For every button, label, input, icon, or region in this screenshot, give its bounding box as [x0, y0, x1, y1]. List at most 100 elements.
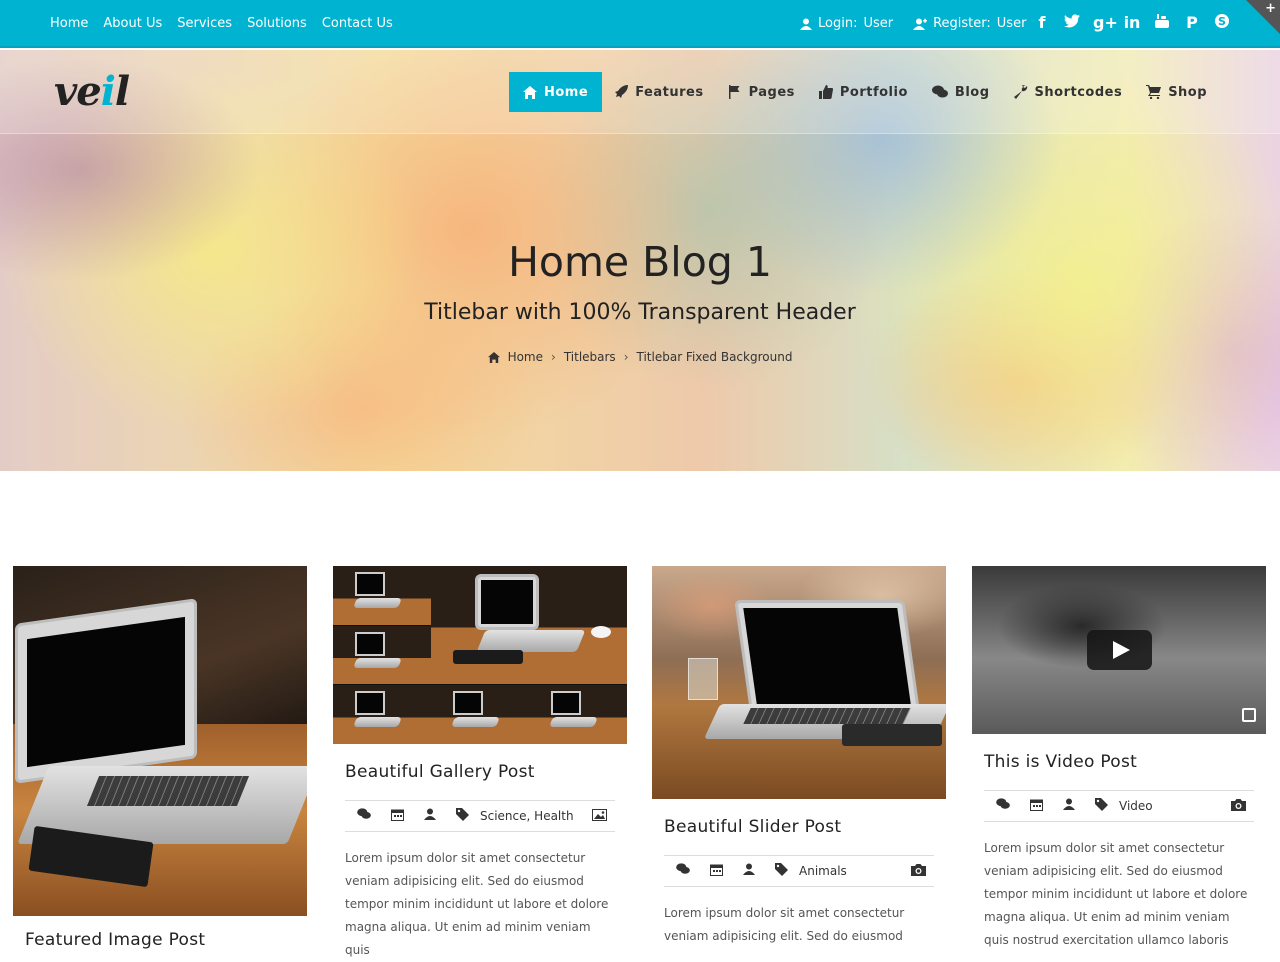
post-meta: Animals — [664, 855, 934, 887]
gallery-main[interactable] — [431, 566, 627, 684]
user-icon — [800, 18, 812, 30]
pinterest-icon[interactable]: P — [1183, 13, 1201, 33]
youtube-icon[interactable] — [1153, 13, 1171, 33]
nav-label: Pages — [748, 84, 795, 100]
post-card-gallery: Beautiful Gallery Post Science, Health L… — [333, 566, 627, 957]
tag-link[interactable]: Video — [1119, 799, 1153, 813]
nav-item-blog[interactable]: Blog — [920, 72, 1002, 112]
comments-icon[interactable] — [996, 798, 1010, 814]
tags-icon — [456, 807, 471, 825]
top-link-home[interactable]: Home — [50, 16, 88, 31]
nav-label: Features — [635, 84, 704, 100]
register-user: User — [996, 16, 1027, 31]
wrench-icon — [1013, 85, 1027, 99]
gallery-thumb[interactable] — [431, 685, 529, 744]
user-icon[interactable] — [424, 808, 436, 824]
breadcrumb: Home › Titlebars › Titlebar Fixed Backgr… — [0, 350, 1280, 364]
post-tags: Science, Health — [480, 809, 574, 823]
comments-icon[interactable] — [357, 808, 371, 824]
thumbs-up-icon — [818, 85, 833, 99]
breadcrumb-current: Titlebar Fixed Background — [636, 350, 793, 364]
comments-icon — [931, 85, 948, 98]
register-label: Register: — [933, 16, 991, 31]
top-bar: Home About Us Services Solutions Contact… — [0, 0, 1280, 48]
nav-item-pages[interactable]: Pages — [716, 72, 807, 112]
post-card-featured: Featured Image Post — [13, 566, 307, 950]
gallery-grid[interactable] — [333, 566, 627, 744]
tags-icon — [1095, 797, 1110, 815]
gallery-thumb[interactable] — [333, 626, 431, 684]
camera-icon — [1231, 798, 1246, 814]
nav-label: Home — [544, 84, 589, 100]
nav-item-shortcodes[interactable]: Shortcodes — [1002, 72, 1135, 112]
nav-item-portfolio[interactable]: Portfolio — [807, 72, 920, 112]
breadcrumb-titlebars[interactable]: Titlebars — [564, 350, 616, 364]
nav-item-home[interactable]: Home — [509, 72, 603, 112]
register-link[interactable]: Register: User — [913, 16, 1026, 31]
svg-text:S: S — [1218, 15, 1226, 28]
post-meta: Science, Health — [345, 800, 615, 832]
plus-icon[interactable]: + — [1265, 1, 1276, 16]
facebook-icon[interactable]: f — [1033, 13, 1051, 33]
hero-titlebar: veil Home Features Pages Portfolio Blog … — [0, 50, 1280, 471]
top-link-services[interactable]: Services — [177, 16, 232, 31]
comments-icon[interactable] — [676, 863, 690, 879]
gallery-thumb[interactable] — [333, 566, 431, 625]
top-link-about[interactable]: About Us — [103, 16, 162, 31]
logo-text-b: l — [114, 68, 130, 115]
camera-icon — [911, 863, 926, 879]
image-icon — [592, 808, 607, 824]
login-user: User — [863, 16, 894, 31]
skype-icon[interactable]: S — [1213, 13, 1231, 33]
login-label: Login: — [818, 16, 858, 31]
nav-item-shop[interactable]: Shop — [1134, 72, 1219, 112]
nav-label: Shop — [1168, 84, 1208, 100]
logo-text-a: ve — [54, 68, 102, 115]
top-link-solutions[interactable]: Solutions — [247, 16, 307, 31]
google-plus-icon[interactable]: g+ — [1093, 13, 1118, 33]
post-card-slider: Beautiful Slider Post Animals Lorem ipsu… — [652, 566, 946, 943]
login-link[interactable]: Login: User — [800, 16, 893, 31]
breadcrumb-home[interactable]: Home — [508, 350, 543, 364]
user-plus-icon — [913, 18, 928, 30]
video-player[interactable] — [972, 566, 1266, 734]
user-icon[interactable] — [1063, 798, 1075, 814]
calendar-icon[interactable] — [710, 863, 723, 880]
post-excerpt: Lorem ipsum dolor sit amet consectetur v… — [664, 906, 905, 943]
nav-item-features[interactable]: Features — [602, 72, 715, 112]
tag-link[interactable]: Animals — [799, 864, 847, 878]
chevron-right-icon: › — [623, 350, 629, 364]
post-title[interactable]: Featured Image Post — [25, 930, 205, 950]
tag-link[interactable]: Health — [534, 809, 573, 823]
nav-label: Blog — [954, 84, 990, 100]
post-title[interactable]: This is Video Post — [984, 752, 1137, 772]
laptop-photo — [13, 566, 307, 916]
chevron-right-icon: › — [551, 350, 556, 364]
account-links: Login: User Register: User — [800, 16, 1026, 31]
top-links: Home About Us Services Solutions Contact… — [50, 16, 393, 31]
user-icon[interactable] — [743, 863, 755, 879]
gallery-thumb[interactable] — [529, 685, 627, 744]
tag-link[interactable]: Science — [480, 809, 527, 823]
top-link-contact[interactable]: Contact Us — [322, 16, 393, 31]
post-image[interactable] — [13, 566, 307, 916]
rocket-icon — [615, 85, 629, 98]
fullscreen-icon[interactable] — [1242, 708, 1256, 722]
linkedin-icon[interactable]: in — [1123, 13, 1141, 33]
post-title[interactable]: Beautiful Slider Post — [664, 817, 841, 837]
page-subtitle: Titlebar with 100% Transparent Header — [424, 300, 856, 325]
home-icon — [523, 85, 537, 99]
calendar-icon[interactable] — [391, 808, 404, 825]
post-meta: Video — [984, 790, 1254, 822]
post-card-video: This is Video Post Video Lorem ipsum dol… — [972, 566, 1266, 947]
post-title[interactable]: Beautiful Gallery Post — [345, 762, 535, 782]
post-excerpt: Lorem ipsum dolor sit amet consectetur v… — [984, 841, 1248, 947]
post-image[interactable] — [652, 566, 946, 799]
gallery-thumb[interactable] — [333, 685, 431, 744]
play-button[interactable] — [1087, 630, 1152, 670]
twitter-icon[interactable] — [1063, 13, 1081, 33]
calendar-icon[interactable] — [1030, 798, 1043, 815]
main-nav: Home Features Pages Portfolio Blog Short… — [509, 72, 1219, 112]
page-title: Home Blog 1 — [508, 238, 772, 286]
site-logo[interactable]: veil — [54, 68, 130, 115]
